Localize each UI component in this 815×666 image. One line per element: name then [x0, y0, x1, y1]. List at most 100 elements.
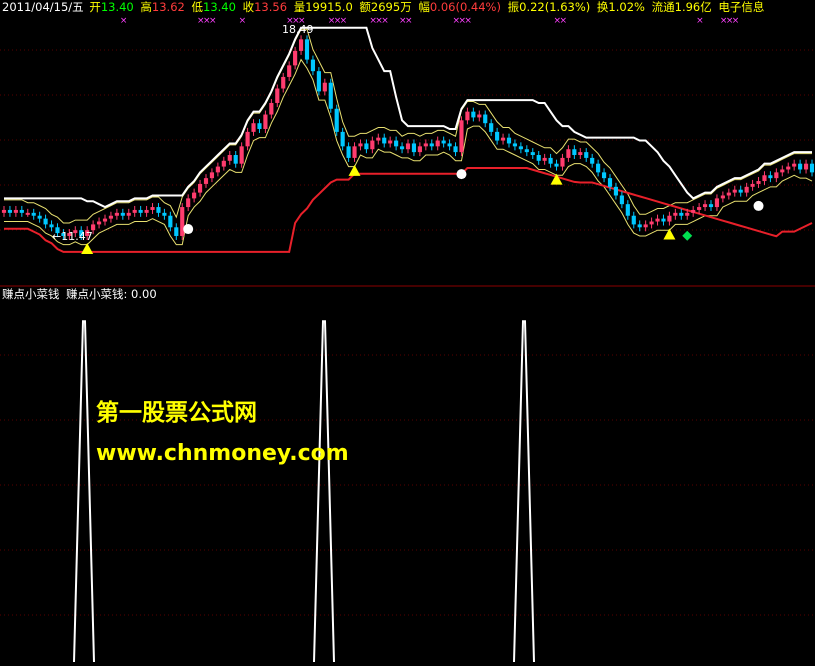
candle-body [798, 163, 803, 170]
candle-body [174, 227, 179, 236]
candle-body [180, 207, 185, 236]
candle-body [483, 114, 488, 124]
candle-body [613, 186, 619, 196]
candle-body [340, 131, 345, 147]
candle-body [607, 178, 613, 187]
candle-body [423, 143, 428, 147]
candle-body [275, 88, 280, 103]
candle-body [756, 181, 761, 184]
candle-body [792, 163, 797, 167]
candle-body [13, 209, 18, 213]
candle-body [203, 178, 209, 184]
candle-body [399, 146, 405, 150]
candle-body [691, 209, 696, 213]
x-mark: × [732, 16, 740, 26]
candle-body [298, 39, 304, 51]
candle-body [132, 209, 137, 213]
candle-body [685, 212, 690, 216]
candle-body [500, 137, 506, 141]
candle-body [7, 209, 13, 213]
candle-body [453, 146, 458, 153]
candle-body [584, 152, 589, 158]
candle-body [465, 111, 470, 121]
header-volume: 19915.0 [305, 0, 353, 14]
candle-body [43, 218, 48, 225]
candle-body [667, 215, 672, 222]
candle-body [447, 143, 452, 147]
candle-body [477, 114, 482, 118]
candle-body [31, 212, 36, 216]
white-dot-marker [183, 224, 194, 235]
candle-body [441, 140, 446, 144]
candle-body [530, 152, 535, 156]
indicator-title: 赚点小菜钱 [2, 287, 60, 301]
stock-chart: 2011/04/15/五 开13.40 高13.62 低13.40 收13.56… [0, 0, 815, 666]
candle-body [649, 221, 654, 225]
candle-body [269, 102, 274, 115]
candle-body [560, 157, 565, 167]
candle-body [328, 82, 333, 109]
white-dot-marker [456, 169, 467, 180]
candle-body [637, 224, 642, 228]
candle-body [215, 166, 220, 173]
candle-body [209, 172, 215, 179]
candle-body [518, 146, 523, 150]
header-amount: 2695万 [371, 0, 412, 14]
candle-body [293, 50, 298, 66]
candle-body [186, 198, 191, 208]
watermark-url: www.chnmoney.com [96, 441, 349, 466]
candle-body [25, 212, 30, 215]
candle-body [524, 149, 529, 153]
candle-body [774, 172, 779, 179]
candle-body [738, 189, 743, 193]
candle-body [459, 120, 464, 153]
candle-body [120, 212, 125, 216]
candle-body [708, 204, 714, 208]
candle-body [679, 212, 684, 216]
candle-body [114, 212, 119, 216]
low-price-label: ←11.47 [52, 230, 93, 243]
candle-body [108, 215, 114, 219]
peak-price-label: 18.49 [282, 23, 314, 36]
candle-body [304, 39, 310, 60]
header-amplitude: 0.22(1.63%) [519, 0, 590, 14]
candle-body [156, 207, 161, 213]
candle-body [316, 71, 321, 92]
candle-body [673, 212, 678, 216]
candle-body [697, 207, 702, 210]
candle-body [625, 204, 630, 216]
candle-body [352, 146, 357, 158]
candle-body [506, 137, 512, 144]
candle-body [1, 209, 7, 213]
watermark-title: 第一股票公式网 [96, 399, 257, 426]
candle-body [643, 224, 648, 228]
indicator-value: 赚点小菜钱: 0.00 [66, 287, 157, 301]
candle-body [578, 152, 583, 156]
x-mark: × [340, 16, 348, 26]
chart-background [0, 0, 815, 666]
candle-body [358, 143, 363, 147]
candle-body [49, 224, 54, 228]
candle-body [37, 215, 42, 219]
x-mark: × [120, 16, 128, 26]
candle-body [619, 195, 624, 205]
x-mark: × [239, 16, 247, 26]
candle-body [388, 140, 393, 144]
candle-body [96, 221, 102, 225]
x-mark: × [405, 16, 413, 26]
x-mark: × [209, 16, 217, 26]
candle-body [631, 215, 636, 225]
candle-body [542, 157, 547, 161]
candle-body [322, 82, 327, 92]
candle-body [429, 143, 434, 147]
candle-body [655, 218, 660, 222]
candle-body [239, 146, 244, 164]
candle-body [726, 192, 731, 196]
candle-body [548, 157, 553, 164]
candle-body [554, 163, 559, 167]
candle-body [762, 175, 767, 182]
candle-body [809, 163, 815, 173]
candle-body [489, 123, 494, 132]
candle-body [150, 207, 155, 210]
candle-body [720, 195, 725, 199]
